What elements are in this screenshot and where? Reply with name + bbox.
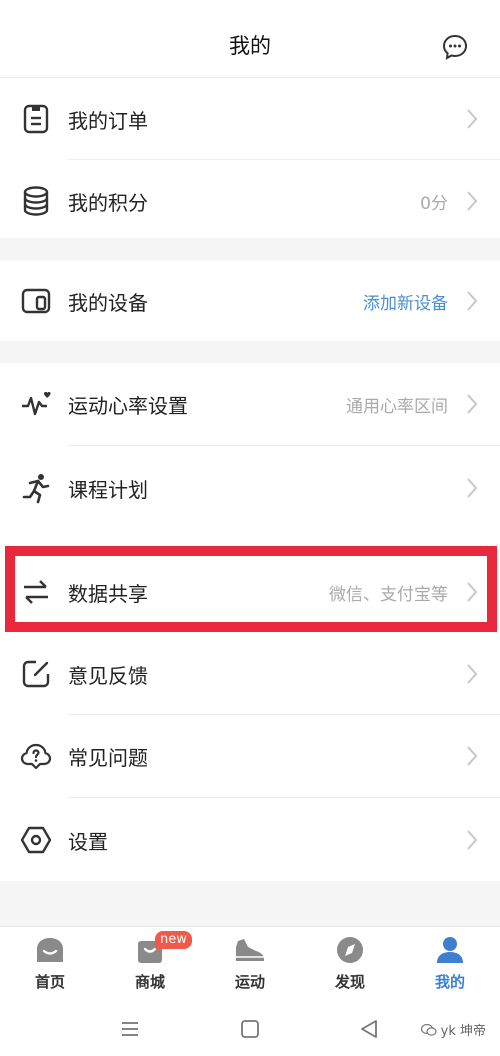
menu-item-label: 常见问题 [68,745,148,770]
menu-item-course-plan[interactable]: 课程计划 [0,447,500,529]
tab-label: 发现 [334,973,365,991]
shoe-icon [236,939,264,961]
group-orders: 我的订单 我的积分 0分 [0,78,500,238]
menu-item-label: 运动心率设置 [68,393,188,418]
menu-item-points[interactable]: 我的积分 0分 [0,160,500,242]
menu-item-feedback[interactable]: 意见反馈 [0,633,500,715]
tab-home[interactable]: 首页 [0,927,100,1005]
tab-discover[interactable]: 发现 [300,927,400,1005]
watermark: yk 坤帝 [420,1020,486,1039]
wechat-icon [420,1023,437,1036]
chevron-right-icon [467,291,478,311]
menu-item-label: 我的积分 [68,190,148,215]
compass-icon [337,937,363,963]
menu-lines-icon[interactable] [119,1018,141,1040]
chevron-right-icon [467,830,478,850]
chevron-right-icon [467,478,478,498]
tab-label: 运动 [234,973,265,991]
menu-item-label: 意见反馈 [68,663,148,688]
settings-icon [20,826,52,854]
running-icon [22,474,50,504]
home-icon [37,938,63,962]
chevron-right-icon [467,664,478,684]
tab-mine[interactable]: 我的 [400,927,500,1005]
menu-item-settings[interactable]: 设置 [0,799,500,881]
menu-item-value: 0分 [420,193,448,214]
tab-label: 商城 [134,973,165,991]
chevron-right-icon [467,746,478,766]
back-triangle-icon[interactable] [358,1018,380,1040]
home-square-icon[interactable] [239,1018,261,1040]
menu-item-label: 我的设备 [68,290,148,315]
watermark-text: yk 坤帝 [440,1024,486,1039]
menu-item-devices[interactable]: 我的设备 添加新设备 [0,261,500,341]
order-icon [23,104,49,134]
bottom-tab-bar: 首页 new 商城 运动 发现 我的 [0,926,500,1004]
coins-icon [23,186,49,216]
faq-icon [20,743,52,770]
tab-sport[interactable]: 运动 [200,927,300,1005]
menu-item-value: 通用心率区间 [346,396,448,417]
menu-item-faq[interactable]: 常见问题 [0,715,500,797]
menu-item-heartrate[interactable]: 运动心率设置 通用心率区间 [0,363,500,445]
feedback-icon [22,660,50,688]
device-icon [21,288,51,314]
chevron-right-icon [467,109,478,129]
tab-label: 首页 [34,973,65,991]
chat-bubble-icon[interactable] [442,34,468,60]
menu-item-label: 我的订单 [68,108,148,133]
menu-item-orders[interactable]: 我的订单 [0,78,500,160]
highlight-box [5,546,497,632]
profile-icon [437,937,463,963]
chevron-right-icon [467,191,478,211]
page-title: 我的 [229,34,271,58]
tab-shop[interactable]: new 商城 [100,927,200,1005]
group-devices: 我的设备 添加新设备 [0,261,500,341]
new-badge: new [155,931,192,949]
menu-item-label: 课程计划 [68,477,148,502]
menu-item-label: 设置 [68,829,108,854]
chevron-right-icon [467,394,478,414]
add-device-link[interactable]: 添加新设备 [363,289,448,314]
heartrate-icon [22,391,51,416]
app-header: 我的 [0,0,500,78]
tab-label: 我的 [434,973,465,991]
